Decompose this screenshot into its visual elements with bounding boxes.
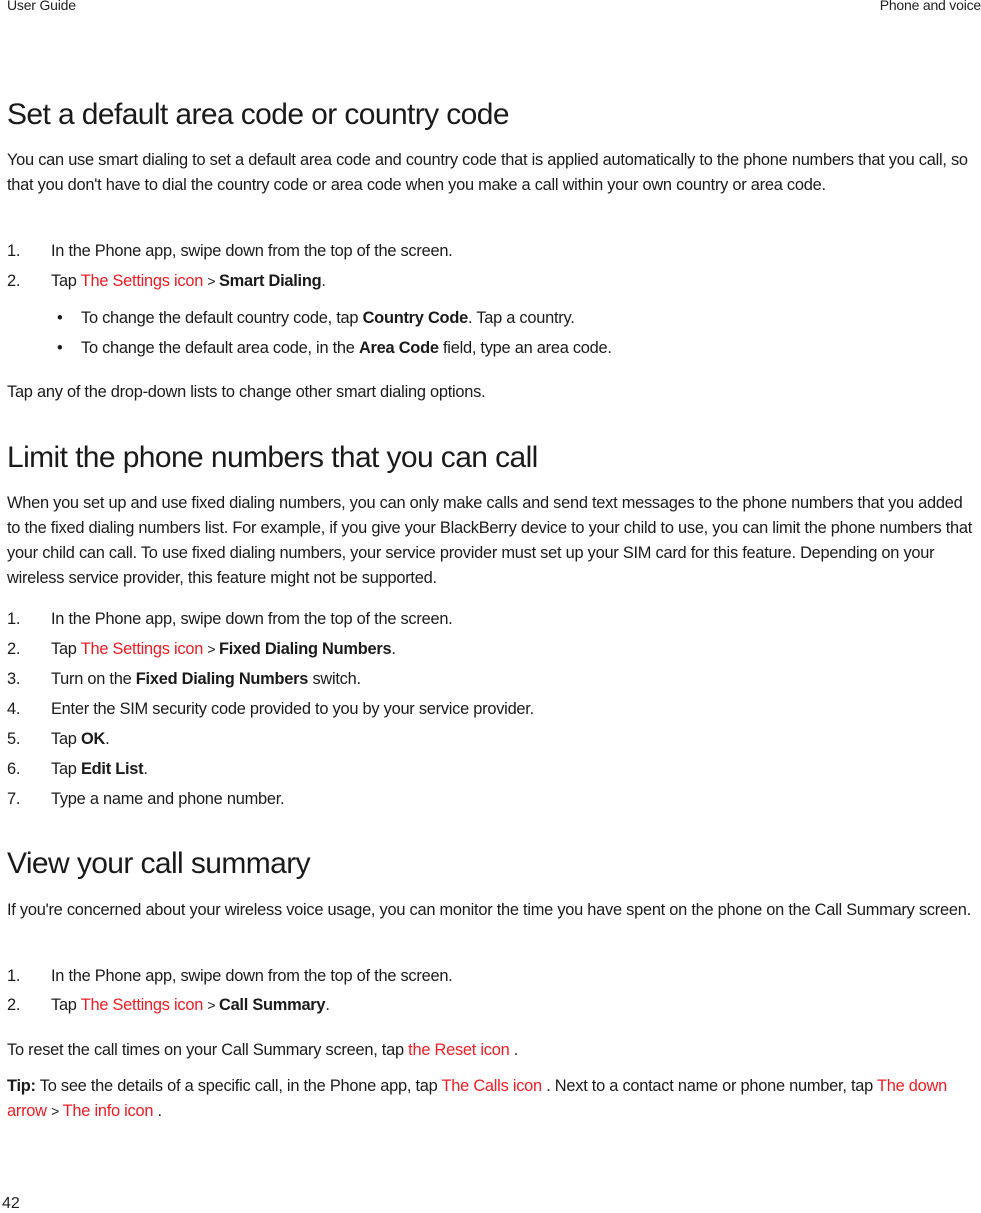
bullet-dot: • [57,309,63,327]
step-text: Tap The Settings icon > Smart Dialing. [51,272,326,291]
step-text-post: . [391,640,396,658]
menu-separator: > [207,273,219,289]
section-intro-limit-numbers: When you set up and use fixed dialing nu… [7,494,973,587]
tip-note: Tip: To see the details of a specific ca… [7,1074,973,1124]
step-text-post: . [105,730,110,748]
section-outro-default-code: Tap any of the drop-down lists to change… [7,383,486,401]
step-text-pre: Tap [51,760,81,778]
section-title-limit-numbers: Limit the phone numbers that you can cal… [7,441,538,474]
tip-text-post: . [153,1102,163,1120]
step-text-pre: Tap [51,730,81,748]
section-intro-default-code: You can use smart dialing to set a defau… [7,151,968,194]
step-number: 2. [7,996,21,1014]
step-number: 2. [7,272,21,290]
step-text-pre: Tap [51,272,81,290]
section-intro-call-summary: If you're concerned about your wireless … [7,901,971,919]
menu-item-smart-dialing: Smart Dialing [218,272,322,290]
reset-note-post: . [509,1041,519,1059]
settings-icon[interactable]: The Settings icon [81,640,204,658]
info-icon[interactable]: The info icon [63,1102,154,1120]
step-text: Tap OK. [51,730,110,749]
bullet-text-post: . Tap a country. [467,309,575,327]
ui-label-country-code: Country Code [362,309,469,327]
bullet-text: To change the default country code, tap … [81,309,575,328]
step-text: In the Phone app, swipe down from the to… [51,967,453,985]
ui-label-fixed-dialing-switch: Fixed Dialing Numbers [135,670,309,688]
step-number: 6. [7,760,21,778]
bullet-text-pre: To change the default area code, in the [81,339,359,357]
bullet-dot: • [57,339,63,357]
header-chapter-title: Phone and voice [879,0,981,13]
step-text: Turn on the Fixed Dialing Numbers switch… [51,670,361,689]
step-text-pre: Tap [51,640,81,658]
step-text-post: switch. [308,670,361,688]
step-number: 1. [7,967,21,985]
bullet-text-pre: To change the default country code, tap [81,309,363,327]
step-number: 1. [7,610,21,628]
menu-separator: > [207,997,219,1013]
menu-separator: > [207,641,219,657]
menu-separator: > [51,1103,63,1119]
header-doc-title: User Guide [7,0,76,13]
step-number: 1. [7,242,21,260]
ui-label-edit-list: Edit List [80,760,144,778]
step-text: Type a name and phone number. [51,790,285,808]
reset-note-pre: To reset the call times on your Call Sum… [7,1041,409,1059]
step-text-post: . [325,996,330,1014]
step-number: 4. [7,700,21,718]
bullet-text-post: field, type an area code. [438,339,612,357]
tip-text-mid: . Next to a contact name or phone number… [541,1077,877,1095]
section-title-call-summary: View your call summary [7,847,311,880]
tip-label: Tip: [7,1077,36,1095]
page-number: 42 [2,1195,20,1212]
step-text-post: . [143,760,148,778]
step-number: 5. [7,730,21,748]
menu-item-call-summary: Call Summary [218,996,326,1014]
ui-label-ok: OK [80,730,106,748]
step-text: Tap Edit List. [51,760,148,779]
step-text-post: . [321,272,326,290]
step-number: 2. [7,640,21,658]
bullet-text: To change the default area code, in the … [81,339,612,358]
step-text: Tap The Settings icon > Fixed Dialing Nu… [51,640,396,659]
step-text: Enter the SIM security code provided to … [51,700,534,718]
step-text: In the Phone app, swipe down from the to… [51,242,453,260]
step-text: Tap The Settings icon > Call Summary. [51,996,330,1015]
reset-icon[interactable]: the Reset icon [408,1041,510,1059]
step-number: 3. [7,670,21,688]
section-title-default-code: Set a default area code or country code [7,98,510,131]
ui-label-area-code: Area Code [358,339,439,357]
menu-item-fixed-dialing: Fixed Dialing Numbers [218,640,392,658]
step-number: 7. [7,790,21,808]
step-text-pre: Tap [51,996,81,1014]
reset-note: To reset the call times on your Call Sum… [7,1038,973,1063]
step-text: In the Phone app, swipe down from the to… [51,610,453,628]
tip-text-pre: To see the details of a specific call, i… [35,1077,442,1095]
step-text-pre: Turn on the [51,670,136,688]
calls-icon[interactable]: The Calls icon [442,1077,543,1095]
settings-icon[interactable]: The Settings icon [81,272,204,290]
settings-icon[interactable]: The Settings icon [81,996,204,1014]
